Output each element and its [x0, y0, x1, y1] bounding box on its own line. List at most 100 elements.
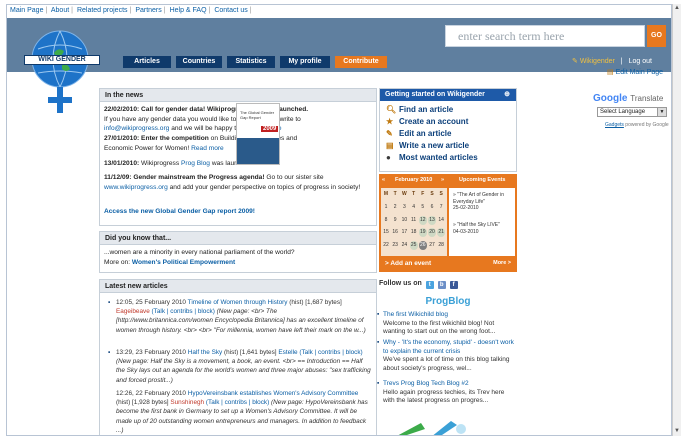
more-events-link[interactable]: More >: [493, 260, 511, 266]
info-icon[interactable]: ⊕: [504, 89, 510, 101]
blog-icon[interactable]: b: [437, 281, 446, 289]
go-button[interactable]: GO: [647, 25, 666, 47]
chevron-down-icon: ▼: [657, 108, 666, 116]
calendar-day[interactable]: 23: [391, 241, 399, 250]
article-link[interactable]: HypoVereinsbank establishes Women's Advi…: [188, 390, 359, 397]
calendar-day[interactable]: 25: [409, 240, 418, 250]
news-email-link[interactable]: info@wikiprogress.org: [104, 125, 169, 132]
user-link[interactable]: Eageibeave: [116, 308, 150, 315]
calendar-day[interactable]: 7: [437, 203, 445, 212]
tab-articles[interactable]: Articles: [123, 56, 171, 68]
vertical-scrollbar[interactable]: ▲ ▼: [672, 4, 681, 436]
calendar-day[interactable]: 24: [400, 241, 408, 250]
wikigender-homepage: Main Page | About | Related projects | Part…: [6, 4, 672, 436]
document-icon: ▤: [386, 141, 394, 150]
scroll-down-icon[interactable]: ▼: [673, 427, 681, 435]
facebook-icon[interactable]: f: [449, 281, 458, 289]
event-item[interactable]: » "Half the Sky LIVE" 04-03-2010: [453, 222, 511, 235]
blog-post-link[interactable]: Trevs Prog Blog Tech Blog #2: [383, 380, 469, 387]
calendar-day[interactable]: 15: [382, 228, 390, 237]
nav-main-page[interactable]: Main Page: [10, 7, 43, 14]
calendar-day[interactable]: 14: [437, 216, 445, 225]
nav-contact-us[interactable]: Contact us: [214, 7, 247, 14]
gadgets-link[interactable]: Gadgets: [605, 122, 624, 128]
news-progblog-link[interactable]: Prog Blog: [181, 160, 210, 167]
did-you-know-text: ...women are a minority in every nationa…: [104, 249, 295, 256]
scroll-up-icon[interactable]: ▲: [673, 4, 681, 12]
calendar-day[interactable]: 6: [428, 203, 436, 212]
calendar-day[interactable]: 26: [418, 240, 427, 250]
did-you-know-panel: Did you know that... ...women are a mino…: [99, 231, 377, 273]
add-event-link[interactable]: > Add an event: [385, 260, 431, 267]
next-month-button[interactable]: »: [441, 177, 444, 183]
blog-post-link[interactable]: Why - 'It's the economy, stupid' - doesn…: [383, 339, 514, 355]
search-placeholder: enter search term here: [458, 29, 565, 43]
calendar-day[interactable]: 27: [428, 241, 436, 250]
news-wikiprogress-link[interactable]: www.wikiprogress.org: [104, 184, 168, 191]
search-icon: 🔍︎: [386, 105, 397, 114]
edit-article-link[interactable]: ✎ Edit an article: [386, 129, 451, 138]
wikigender-logo[interactable]: WIKI GENDER: [24, 27, 100, 119]
write-article-link[interactable]: ▤ Write a new article: [386, 141, 469, 150]
edit-main-page-link[interactable]: ▤ Edit Main Page: [607, 68, 663, 76]
calendar-day[interactable]: 21: [437, 228, 446, 237]
calendar-day[interactable]: 20: [428, 228, 436, 237]
edit-page-icon: ▤: [607, 69, 614, 76]
calendar-day[interactable]: 5: [419, 203, 427, 212]
calendar-month: February 2010: [395, 177, 433, 183]
news-footer-link[interactable]: Access the new Global Gender Gap report …: [104, 207, 372, 217]
calendar-day[interactable]: 2: [391, 203, 399, 212]
calendar-day[interactable]: 17: [400, 228, 408, 237]
google-logo: Google: [593, 93, 628, 104]
prev-month-button[interactable]: «: [382, 177, 385, 183]
calendar-day[interactable]: 12: [418, 215, 427, 225]
venus-globe-logo-icon: [31, 30, 89, 113]
list-item: ▪ 12:05, 25 February 2010 Timeline of Wo…: [108, 299, 366, 334]
nav-related-projects[interactable]: Related projects: [77, 7, 128, 14]
user-link[interactable]: Estelle: [278, 349, 297, 356]
progblog-title[interactable]: ProgBlog: [379, 296, 517, 307]
news-read-more-link[interactable]: Read more: [191, 145, 224, 152]
logout-link[interactable]: Log out: [629, 58, 652, 65]
calendar-day[interactable]: 1: [382, 203, 390, 212]
calendar-day[interactable]: 16: [391, 228, 399, 237]
gender-gap-report-image[interactable]: The Global Gender Gap Report 2009: [236, 103, 280, 165]
top-navigation: Main Page | About | Related projects | Part…: [10, 7, 252, 14]
news-title: In the news: [100, 89, 376, 102]
tab-statistics[interactable]: Statistics: [227, 56, 275, 68]
nav-about[interactable]: About: [51, 7, 69, 14]
calendar-day[interactable]: 3: [400, 203, 408, 212]
tab-countries[interactable]: Countries: [176, 56, 222, 68]
nav-partners[interactable]: Partners: [135, 7, 161, 14]
article-link[interactable]: Half the Sky: [188, 349, 222, 356]
twitter-icon[interactable]: t: [425, 281, 434, 289]
calendar-weekday: T: [412, 191, 416, 197]
did-you-know-link[interactable]: Women's Political Empowerment: [132, 259, 235, 266]
calendar-day[interactable]: 9: [391, 216, 399, 225]
browser-page: Main Page | About | Related projects | Part…: [0, 0, 685, 436]
tab-my-profile[interactable]: My profile: [280, 56, 330, 68]
create-account-link[interactable]: ★ Create an account: [386, 117, 468, 126]
calendar-day[interactable]: 22: [382, 241, 390, 250]
user-link[interactable]: Sunshinegh: [170, 399, 204, 406]
calendar-day[interactable]: 11: [410, 216, 418, 225]
list-item: ▪ Trevs Prog Blog Tech Blog #2 Hello aga…: [377, 380, 505, 405]
nav-help-faq[interactable]: Help & FAQ: [170, 7, 207, 14]
calendar-day[interactable]: 8: [382, 216, 390, 225]
username-link[interactable]: Wikigender: [580, 58, 615, 65]
calendar-day[interactable]: 28: [437, 241, 445, 250]
tab-contribute[interactable]: Contribute: [335, 56, 387, 68]
calendar-day[interactable]: 13: [428, 215, 436, 225]
event-item[interactable]: » "The Art of Gender in Everyday Life" 25…: [453, 192, 511, 212]
article-link[interactable]: Timeline of Women through History: [188, 299, 288, 306]
find-article-link[interactable]: 🔍︎ Find an article: [386, 105, 453, 114]
calendar-day[interactable]: 4: [410, 203, 418, 212]
search-input[interactable]: enter search term here: [445, 25, 645, 47]
most-wanted-link[interactable]: ● Most wanted articles: [386, 153, 478, 162]
blog-post-link[interactable]: The first Wikichild blog: [383, 311, 448, 318]
calendar-day[interactable]: 10: [400, 216, 408, 225]
calendar-day[interactable]: 18: [410, 228, 418, 237]
language-select[interactable]: Select Language ▼: [597, 107, 667, 117]
user-icon: ✎: [572, 58, 578, 65]
calendar-day[interactable]: 19: [418, 228, 427, 237]
